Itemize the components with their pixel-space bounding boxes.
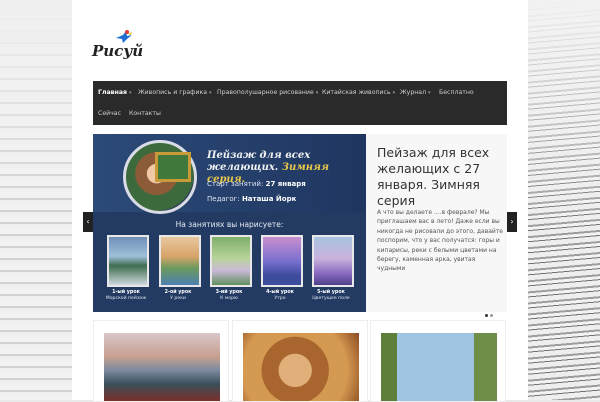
nav-item-free[interactable]: Бесплатно xyxy=(439,89,474,96)
slider-prev-button[interactable]: ‹ xyxy=(83,212,93,232)
slide-text-panel: Пейзаж для всех желающих с 27 января. Зи… xyxy=(366,134,507,317)
slider-next-button[interactable]: › xyxy=(507,212,517,232)
lesson-caption: 5-ый урок Цветущее поле xyxy=(312,290,350,301)
nav-item-now[interactable]: Сейчас xyxy=(98,110,121,117)
background-fade-right xyxy=(520,0,600,230)
lesson-thumbnail xyxy=(159,235,201,287)
background-fade-left xyxy=(0,0,80,210)
lesson-thumbnail xyxy=(210,235,252,287)
slide-heading-link[interactable]: Пейзаж для всех желающих с 27 января. Зи… xyxy=(377,145,507,209)
banner-subtitle: На занятиях вы нарисуете: xyxy=(175,220,284,229)
post-card[interactable] xyxy=(370,320,506,402)
lesson-thumbnail xyxy=(312,235,354,287)
nav-item-right-brain-drawing[interactable]: Правополушарное рисование ▾ xyxy=(217,89,318,96)
pagination-dot[interactable] xyxy=(485,314,488,317)
lesson-caption: 3-ий урок К морю xyxy=(215,290,243,301)
nav-item-painting-graphics[interactable]: Живопись и графика ▾ xyxy=(138,89,212,96)
logo-text: Рисуй xyxy=(92,42,144,60)
site-logo[interactable]: Рисуй xyxy=(92,30,152,66)
page-container: Рисуй Главная ▾ Живопись и графика ▾ Право… xyxy=(72,0,528,402)
lesson-caption: 2-ой урок У реки xyxy=(164,290,192,301)
banner-start-date: Старт занятий: 27 января xyxy=(207,180,306,188)
post-card[interactable] xyxy=(232,320,368,402)
lesson-thumbnail xyxy=(261,235,303,287)
lesson-caption: 1-ый урок Морской пейзаж xyxy=(105,290,147,301)
post-thumbnail[interactable] xyxy=(243,333,359,401)
painting-frame xyxy=(155,152,191,182)
slide-banner-image[interactable]: Пейзаж для всех желающих. Зимняя серия. … xyxy=(93,134,366,312)
lesson-caption: 4-ый урок Утро xyxy=(266,290,294,301)
chevron-left-icon: ‹ xyxy=(86,217,90,226)
nav-item-home[interactable]: Главная ▾ xyxy=(98,89,132,96)
post-card[interactable] xyxy=(93,320,229,402)
post-thumbnail[interactable] xyxy=(104,333,220,401)
slider-pagination xyxy=(485,302,495,321)
nav-item-chinese-painting[interactable]: Китайская живопись ▾ xyxy=(322,89,395,96)
nav-item-contacts[interactable]: Контакты xyxy=(129,110,161,117)
lesson-thumbnail xyxy=(107,235,149,287)
nav-item-journal[interactable]: Журнал ▾ xyxy=(400,89,431,96)
main-navigation: Главная ▾ Живопись и графика ▾ Правополуша… xyxy=(93,81,507,125)
banner-teacher: Педагог: Наташа Йорк xyxy=(207,195,297,203)
slide-excerpt: А что вы делаете ....в феврале? Мы пригл… xyxy=(377,209,504,273)
chevron-right-icon: › xyxy=(510,217,514,226)
pagination-dot[interactable] xyxy=(490,314,493,317)
post-thumbnail[interactable] xyxy=(381,333,497,401)
featured-slider: Пейзаж для всех желающих. Зимняя серия. … xyxy=(93,134,507,317)
